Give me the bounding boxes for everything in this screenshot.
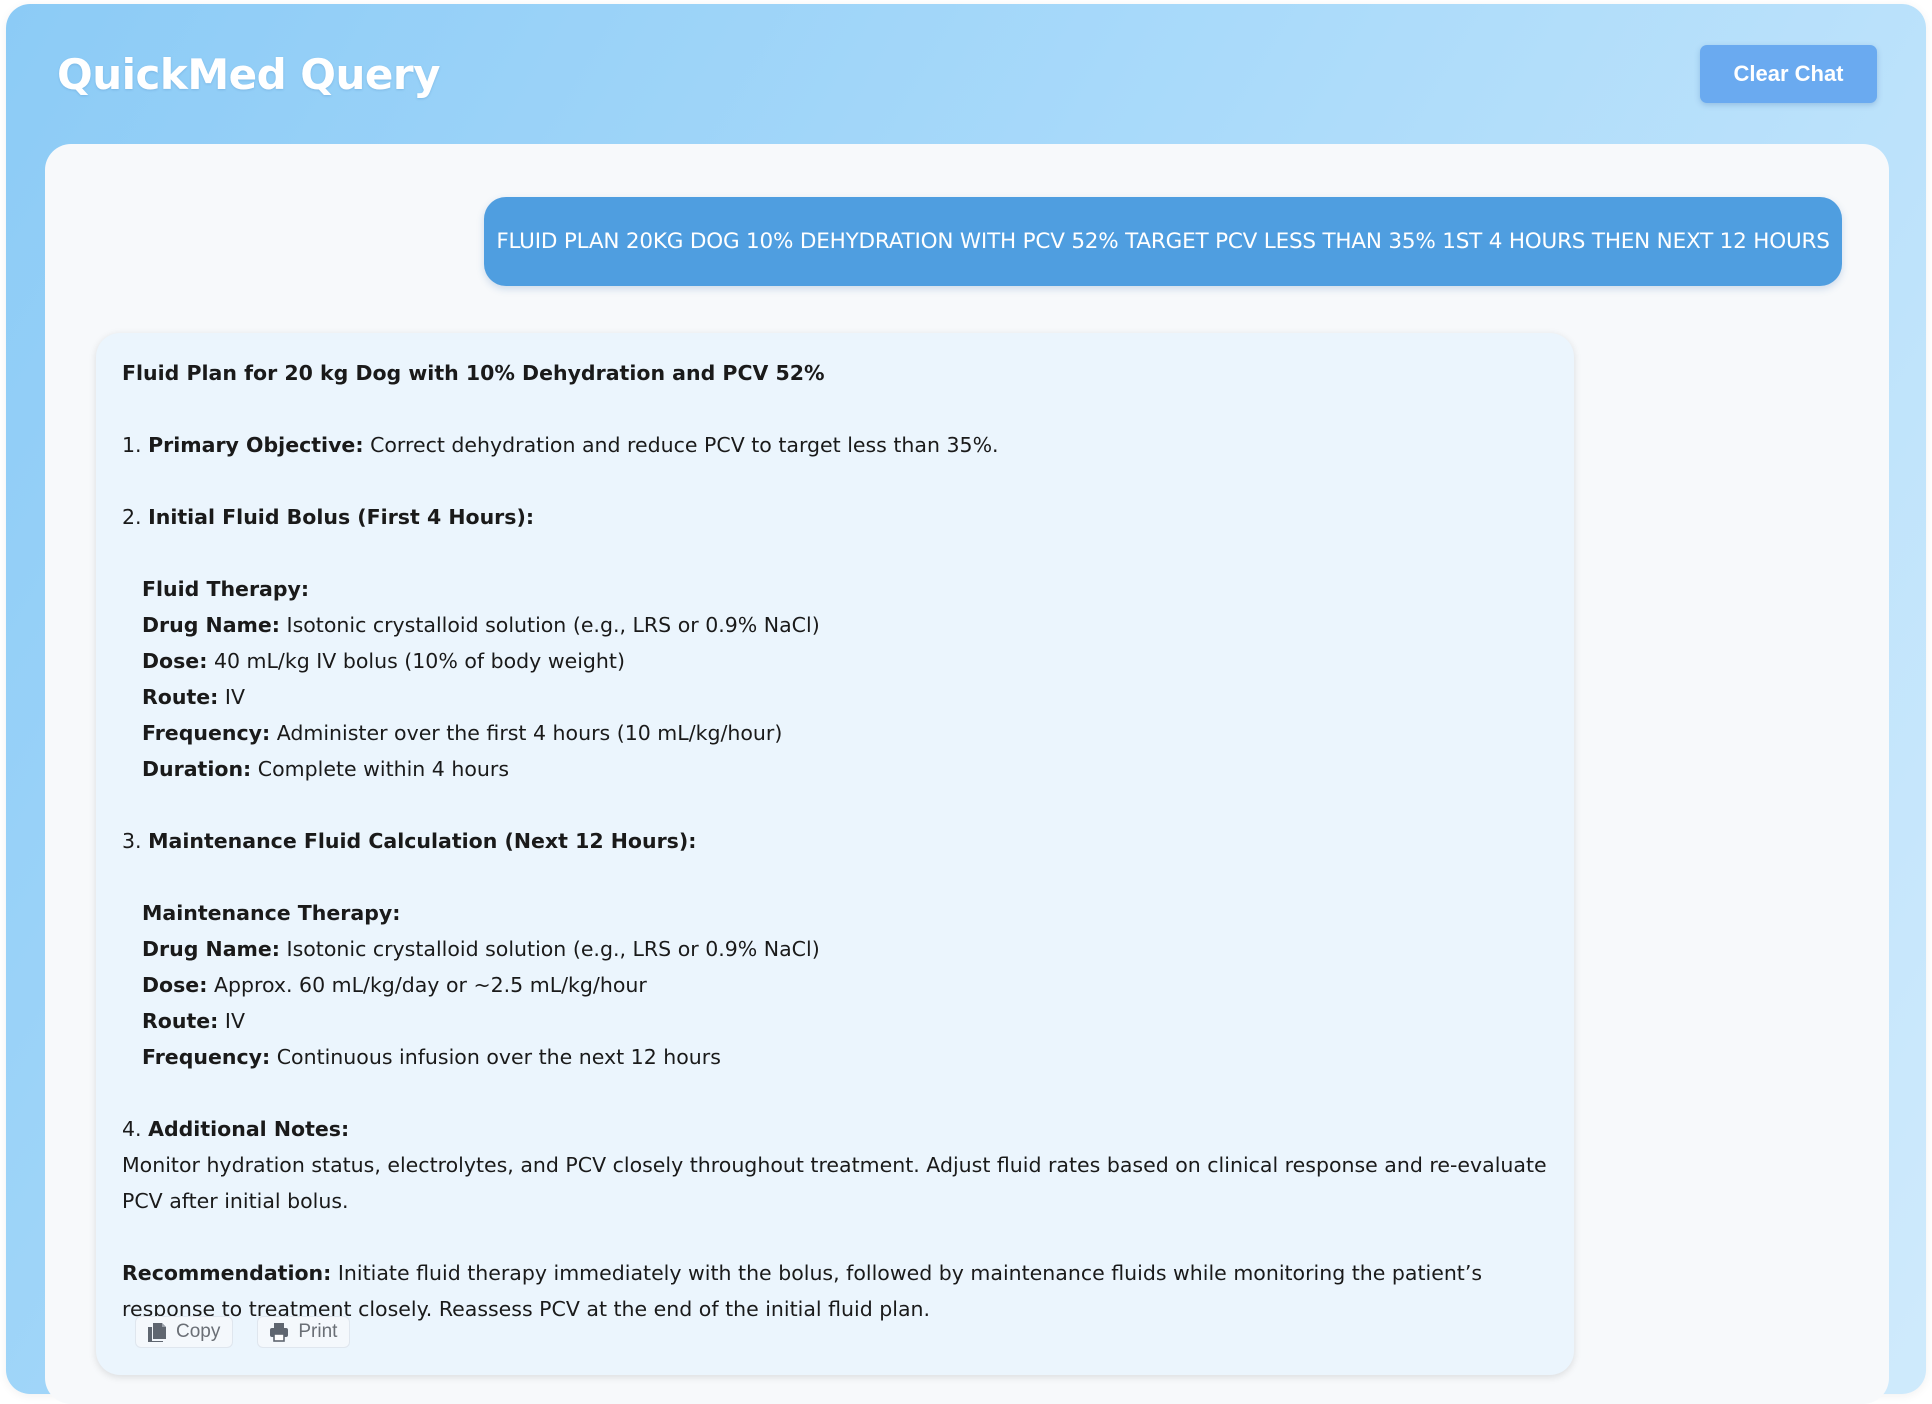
clear-chat-button[interactable]: Clear Chat (1700, 45, 1877, 103)
maintenance-route: Route: IV (142, 1009, 245, 1033)
section-additional-notes: 4. Additional Notes: (122, 1117, 350, 1141)
app-title: QuickMed Query (57, 50, 440, 99)
bolus-route: Route: IV (142, 685, 245, 709)
printer-icon (268, 1321, 290, 1343)
fluid-therapy-heading: Fluid Therapy: (142, 577, 310, 601)
chat-panel: FLUID PLAN 20KG DOG 10% DEHYDRATION WITH… (45, 144, 1889, 1404)
copy-icon (146, 1321, 168, 1343)
maintenance-therapy-heading: Maintenance Therapy: (142, 901, 401, 925)
print-button[interactable]: Print (257, 1316, 351, 1348)
bolus-dose: Dose: 40 mL/kg IV bolus (10% of body wei… (142, 649, 625, 673)
maintenance-drug-name: Drug Name: Isotonic crystalloid solution… (142, 937, 820, 961)
maintenance-frequency: Frequency: Continuous infusion over the … (142, 1045, 721, 1069)
assistant-message: Fluid Plan for 20 kg Dog with 10% Dehydr… (96, 333, 1574, 1375)
section-maintenance: 3. Maintenance Fluid Calculation (Next 1… (122, 829, 697, 853)
maintenance-dose: Dose: Approx. 60 mL/kg/day or ~2.5 mL/kg… (142, 973, 647, 997)
additional-notes-text: Monitor hydration status, electrolytes, … (122, 1153, 1547, 1213)
section-initial-bolus: 2. Initial Fluid Bolus (First 4 Hours): (122, 505, 535, 529)
section-primary-objective: 1. Primary Objective: Correct dehydratio… (122, 433, 999, 457)
bolus-frequency: Frequency: Administer over the first 4 h… (142, 721, 783, 745)
bolus-drug-name: Drug Name: Isotonic crystalloid solution… (142, 613, 820, 637)
bolus-duration: Duration: Complete within 4 hours (142, 757, 510, 781)
app-window: QuickMed Query Clear Chat FLUID PLAN 20K… (6, 4, 1926, 1404)
user-message: FLUID PLAN 20KG DOG 10% DEHYDRATION WITH… (484, 197, 1842, 286)
message-actions: Copy Print (135, 1316, 351, 1348)
response-heading: Fluid Plan for 20 kg Dog with 10% Dehydr… (122, 361, 825, 385)
copy-button[interactable]: Copy (135, 1316, 234, 1348)
